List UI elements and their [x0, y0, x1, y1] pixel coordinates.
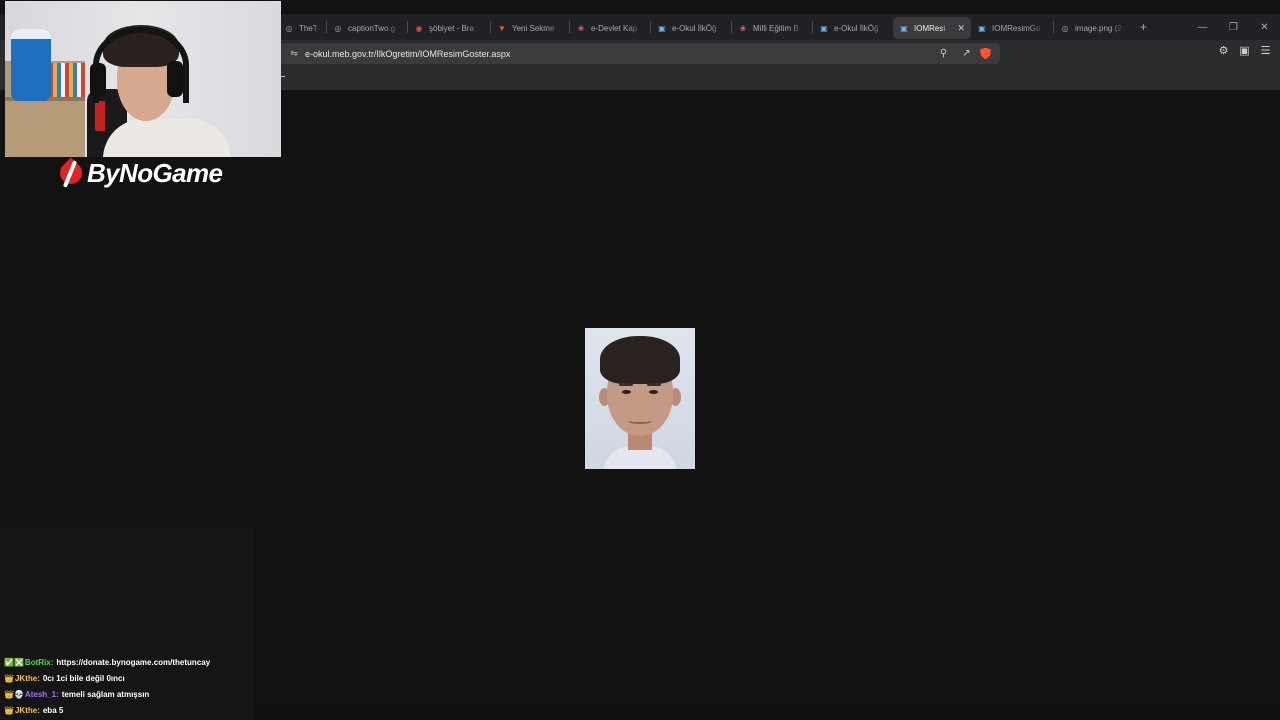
- chat-username: JKthe:: [14, 705, 40, 715]
- brand-name: ByNoGame: [87, 157, 223, 188]
- photo-mouth: [628, 418, 652, 424]
- tab[interactable]: ▣ e-Okul İlkÖğ: [651, 17, 731, 39]
- tab-title: IOMResimGo: [992, 23, 1041, 33]
- chat-badge-icon: 👑💀: [4, 689, 24, 699]
- chat-overlay: ✅❎ BotRix: https://donate.bynogame.com/the…: [0, 528, 254, 720]
- search-icon: ◉: [415, 23, 423, 33]
- menu-icon[interactable]: ☰: [1257, 44, 1274, 57]
- window-controls: — ❐ ✕: [1187, 14, 1280, 40]
- eokul-icon: ▣: [900, 23, 908, 33]
- chat-username: BotRix:: [24, 657, 54, 667]
- restore-icon[interactable]: ❐: [1218, 22, 1249, 33]
- chat-badge-icon: ✅❎: [4, 657, 24, 667]
- photo-eye: [649, 390, 658, 394]
- tab[interactable]: ◎ TheTunc: [278, 17, 326, 39]
- edevlet-icon: ❀: [577, 23, 585, 33]
- tab-title: Yeni Sekme: [512, 23, 555, 33]
- student-photo[interactable]: [585, 328, 695, 469]
- tab-title: TheTunc: [299, 23, 320, 33]
- globe-icon: ◎: [1061, 23, 1069, 33]
- chat-messages: ✅❎ BotRix: https://donate.bynogame.com/the…: [4, 654, 210, 718]
- headphones-cup: [167, 61, 183, 97]
- photo-hair: [600, 336, 680, 384]
- toolbar-actions: ⚙ ▣ ☰: [1215, 44, 1274, 57]
- tab-list: ◎ TheTunc ◎ captionTwo.g ◉ şöbiyet - Bra ▼ Yeni…: [278, 14, 1147, 40]
- webcam-feed: [5, 1, 281, 157]
- chat-message: 👑 JKthe: eba 5: [4, 702, 210, 718]
- tab-active[interactable]: ▣ IOMResi ✕: [893, 17, 971, 39]
- url-text[interactable]: e-okul.meb.gov.tr/IlkOgretim/IOMResimGos…: [305, 49, 932, 59]
- tab[interactable]: ❀ Milli Eğitim B: [732, 17, 812, 39]
- bynogame-mark-icon: [55, 157, 87, 189]
- close-window-icon[interactable]: ✕: [1249, 22, 1280, 33]
- bookmarks-placeholder: [281, 76, 285, 77]
- chat-message: 👑 JKthe: 0cı 1ci bile değil 0ıncı: [4, 670, 210, 686]
- edevlet-icon: ❀: [739, 23, 747, 33]
- chat-text: 0cı 1ci bile değil 0ıncı: [42, 673, 125, 683]
- tab-title: şöbiyet - Bra: [429, 23, 474, 33]
- new-tab-button[interactable]: +: [1140, 20, 1147, 34]
- tab-title: e-Okul İlkÖğ: [834, 23, 879, 33]
- chat-username: Atesh_1:: [24, 689, 59, 699]
- photo-brow: [619, 383, 633, 386]
- eokul-icon: ▣: [658, 23, 666, 33]
- extensions-icon[interactable]: ⚙: [1215, 44, 1232, 57]
- chat-badge-icon: 👑: [4, 673, 14, 683]
- tab[interactable]: ◎ captionTwo.g: [327, 17, 407, 39]
- tab-title: IOMResi: [914, 23, 946, 33]
- site-info-icon[interactable]: ⇋: [285, 48, 303, 59]
- bynogame-logo: ByNoGame: [55, 156, 223, 190]
- tab-title: captionTwo.g: [348, 23, 396, 33]
- chat-text: https://donate.bynogame.com/thetuncay: [56, 657, 211, 667]
- webcam-water-barrel: [11, 29, 51, 101]
- headphones-cup: [90, 63, 106, 97]
- tab-title: e-Devlet Kap: [591, 23, 638, 33]
- photo-eye: [622, 390, 631, 394]
- brave-shields-icon[interactable]: [980, 47, 991, 60]
- chat-message: 👑💀 Atesh_1: temeli sağlam atmışsın: [4, 686, 210, 702]
- chat-username: JKthe:: [14, 673, 40, 683]
- brave-icon: ▼: [498, 23, 506, 33]
- tab[interactable]: ◉ şöbiyet - Bra: [408, 17, 490, 39]
- zoom-icon[interactable]: ⚲: [932, 48, 955, 59]
- tab[interactable]: ▣ IOMResimGo: [971, 17, 1053, 39]
- wallet-icon[interactable]: ▣: [1236, 44, 1253, 57]
- chat-message: ✅❎ BotRix: https://donate.bynogame.com/the…: [4, 654, 210, 670]
- tab-title: image.png (2: [1075, 23, 1122, 33]
- tab[interactable]: ❀ e-Devlet Kap: [570, 17, 650, 39]
- close-tab-icon[interactable]: ✕: [957, 23, 965, 34]
- chat-text: temeli sağlam atmışsın: [61, 689, 150, 699]
- webcam-chair-stripe: [95, 101, 105, 131]
- eokul-icon: ▣: [978, 23, 986, 33]
- tab[interactable]: ▣ e-Okul İlkÖğ: [813, 17, 893, 39]
- globe-icon: ◎: [334, 23, 342, 33]
- minimize-icon[interactable]: —: [1187, 22, 1218, 33]
- webcam-streamer-body: [103, 119, 231, 157]
- chat-text: eba 5: [42, 705, 64, 715]
- tab-title: e-Okul İlkÖğ: [672, 23, 717, 33]
- stream-frame: ◎ TheTunc ◎ captionTwo.g ◉ şöbiyet - Bra ▼ Yeni…: [0, 0, 1280, 720]
- globe-icon: ◎: [285, 23, 293, 33]
- share-icon[interactable]: ↗: [955, 48, 978, 59]
- tab-title: Milli Eğitim B: [753, 23, 799, 33]
- tab[interactable]: ▼ Yeni Sekme: [491, 17, 569, 39]
- address-bar[interactable]: ⇋ e-okul.meb.gov.tr/IlkOgretim/IOMResimG…: [280, 43, 1000, 64]
- eokul-icon: ▣: [820, 23, 828, 33]
- tab[interactable]: ◎ image.png (2: [1054, 17, 1132, 39]
- photo-brow: [647, 383, 661, 386]
- chat-badge-icon: 👑: [4, 705, 14, 715]
- webcam-barrel-lid: [11, 29, 51, 39]
- webcam-books: [49, 63, 85, 97]
